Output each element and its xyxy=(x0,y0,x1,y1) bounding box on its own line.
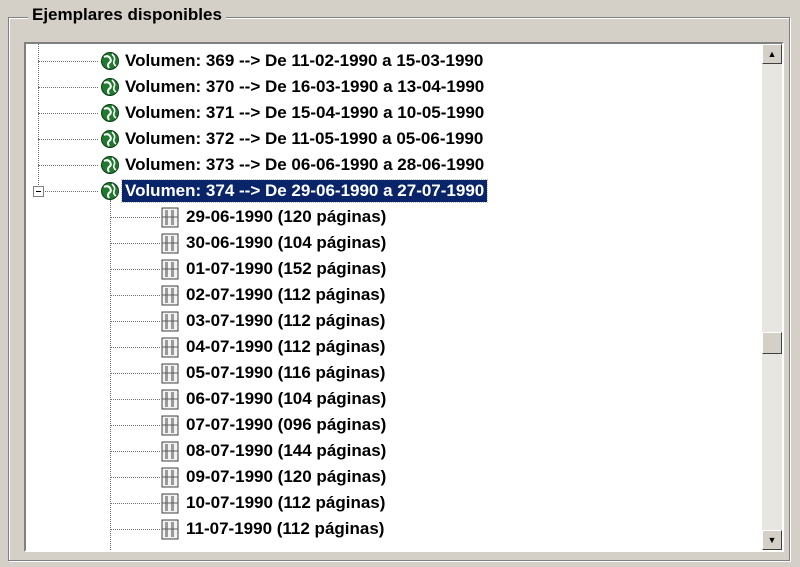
tree-node-issue[interactable]: 07-07-1990 (096 páginas) xyxy=(26,412,762,438)
scroll-thumb[interactable] xyxy=(762,332,782,354)
tree-connector-line xyxy=(110,529,160,530)
volume-label[interactable]: Volumen: 369 --> De 11-02-1990 a 15-03-1… xyxy=(122,50,486,72)
document-pages-icon xyxy=(160,415,180,436)
tree-node-issue[interactable]: 06-07-1990 (104 páginas) xyxy=(26,386,762,412)
tree-connector-line xyxy=(110,295,160,296)
document-pages-icon xyxy=(160,441,180,462)
document-pages-icon xyxy=(160,337,180,358)
volume-label[interactable]: Volumen: 370 --> De 16-03-1990 a 13-04-1… xyxy=(122,76,487,98)
tree-content: Volumen: 369 --> De 11-02-1990 a 15-03-1… xyxy=(26,44,762,550)
volume-label[interactable]: Volumen: 374 --> De 29-06-1990 a 27-07-1… xyxy=(120,179,489,203)
issue-label[interactable]: 05-07-1990 (116 páginas) xyxy=(183,362,388,384)
globe-icon xyxy=(100,51,120,71)
document-pages-icon xyxy=(160,285,180,306)
issue-label[interactable]: 02-07-1990 (112 páginas) xyxy=(183,284,388,306)
tree-connector-line xyxy=(38,139,98,140)
tree-node-volume[interactable]: Volumen: 371 --> De 15-04-1990 a 10-05-1… xyxy=(26,100,762,126)
tree-node-issue[interactable]: 11-07-1990 (112 páginas) xyxy=(26,516,762,542)
volume-label[interactable]: Volumen: 372 --> De 11-05-1990 a 05-06-1… xyxy=(122,128,486,150)
document-pages-icon xyxy=(160,467,180,488)
tree-node-issue[interactable]: 08-07-1990 (144 páginas) xyxy=(26,438,762,464)
document-pages-icon xyxy=(160,519,180,540)
issue-label[interactable]: 06-07-1990 (104 páginas) xyxy=(183,388,389,410)
tree-connector-line xyxy=(38,87,98,88)
volume-label[interactable]: Volumen: 373 --> De 06-06-1990 a 28-06-1… xyxy=(122,154,487,176)
tree-connector-line xyxy=(38,191,98,192)
tree-connector-line xyxy=(38,165,98,166)
tree-connector-line xyxy=(110,243,160,244)
document-pages-icon xyxy=(160,259,180,280)
globe-icon xyxy=(100,77,120,97)
tree-node-issue[interactable]: 30-06-1990 (104 páginas) xyxy=(26,230,762,256)
tree-node-issue[interactable]: 04-07-1990 (112 páginas) xyxy=(26,334,762,360)
tree-node-issue[interactable]: 29-06-1990 (120 páginas) xyxy=(26,204,762,230)
issue-label[interactable]: 10-07-1990 (112 páginas) xyxy=(183,492,388,514)
tree-node-volume[interactable]: Volumen: 370 --> De 16-03-1990 a 13-04-1… xyxy=(26,74,762,100)
globe-icon xyxy=(100,129,120,149)
document-pages-icon xyxy=(160,493,180,514)
tree-node-volume[interactable]: Volumen: 373 --> De 06-06-1990 a 28-06-1… xyxy=(26,152,762,178)
tree-connector-line xyxy=(110,217,160,218)
collapse-toggle-icon[interactable] xyxy=(33,186,44,197)
document-pages-icon xyxy=(160,207,180,228)
tree-node-volume[interactable]: Volumen: 374 --> De 29-06-1990 a 27-07-1… xyxy=(26,178,762,204)
tree-connector-line xyxy=(110,321,160,322)
globe-icon xyxy=(100,181,120,201)
tree-node-issue[interactable]: 10-07-1990 (112 páginas) xyxy=(26,490,762,516)
volumes-tree-view[interactable]: Volumen: 369 --> De 11-02-1990 a 15-03-1… xyxy=(24,42,784,552)
issue-label[interactable]: 09-07-1990 (120 páginas) xyxy=(183,466,389,488)
tree-connector-line xyxy=(110,451,160,452)
tree-node-issue[interactable]: 02-07-1990 (112 páginas) xyxy=(26,282,762,308)
tree-connector-line xyxy=(110,425,160,426)
globe-icon xyxy=(100,103,120,123)
tree-connector-line xyxy=(110,477,160,478)
globe-icon xyxy=(100,155,120,175)
scroll-down-arrow-icon[interactable]: ▼ xyxy=(762,530,782,550)
tree-connector-line xyxy=(110,373,160,374)
issue-label[interactable]: 11-07-1990 (112 páginas) xyxy=(183,518,387,540)
issue-label[interactable]: 29-06-1990 (120 páginas) xyxy=(183,206,389,228)
document-pages-icon xyxy=(160,233,180,254)
volume-label[interactable]: Volumen: 371 --> De 15-04-1990 a 10-05-1… xyxy=(122,102,487,124)
issue-label[interactable]: 04-07-1990 (112 páginas) xyxy=(183,336,388,358)
tree-connector-line xyxy=(38,113,98,114)
tree-node-volume[interactable]: Volumen: 369 --> De 11-02-1990 a 15-03-1… xyxy=(26,48,762,74)
document-pages-icon xyxy=(160,311,180,332)
tree-node-issue[interactable]: 03-07-1990 (112 páginas) xyxy=(26,308,762,334)
issue-label[interactable]: 30-06-1990 (104 páginas) xyxy=(183,232,389,254)
groupbox-title: Ejemplares disponibles xyxy=(28,5,226,25)
tree-node-volume[interactable]: Volumen: 372 --> De 11-05-1990 a 05-06-1… xyxy=(26,126,762,152)
document-pages-icon xyxy=(160,363,180,384)
vertical-scrollbar[interactable]: ▲ ▼ xyxy=(762,44,782,550)
tree-connector-line xyxy=(38,61,98,62)
tree-connector-line xyxy=(110,399,160,400)
issue-label[interactable]: 07-07-1990 (096 páginas) xyxy=(183,414,389,436)
tree-connector-line xyxy=(110,347,160,348)
tree-node-issue[interactable]: 09-07-1990 (120 páginas) xyxy=(26,464,762,490)
issue-label[interactable]: 03-07-1990 (112 páginas) xyxy=(183,310,388,332)
tree-connector-line xyxy=(110,503,160,504)
issue-label[interactable]: 01-07-1990 (152 páginas) xyxy=(183,258,389,280)
scroll-up-arrow-icon[interactable]: ▲ xyxy=(762,44,782,64)
tree-node-issue[interactable]: 01-07-1990 (152 páginas) xyxy=(26,256,762,282)
issue-label[interactable]: 08-07-1990 (144 páginas) xyxy=(183,440,389,462)
tree-node-issue[interactable]: 05-07-1990 (116 páginas) xyxy=(26,360,762,386)
tree-connector-line xyxy=(110,269,160,270)
document-pages-icon xyxy=(160,389,180,410)
